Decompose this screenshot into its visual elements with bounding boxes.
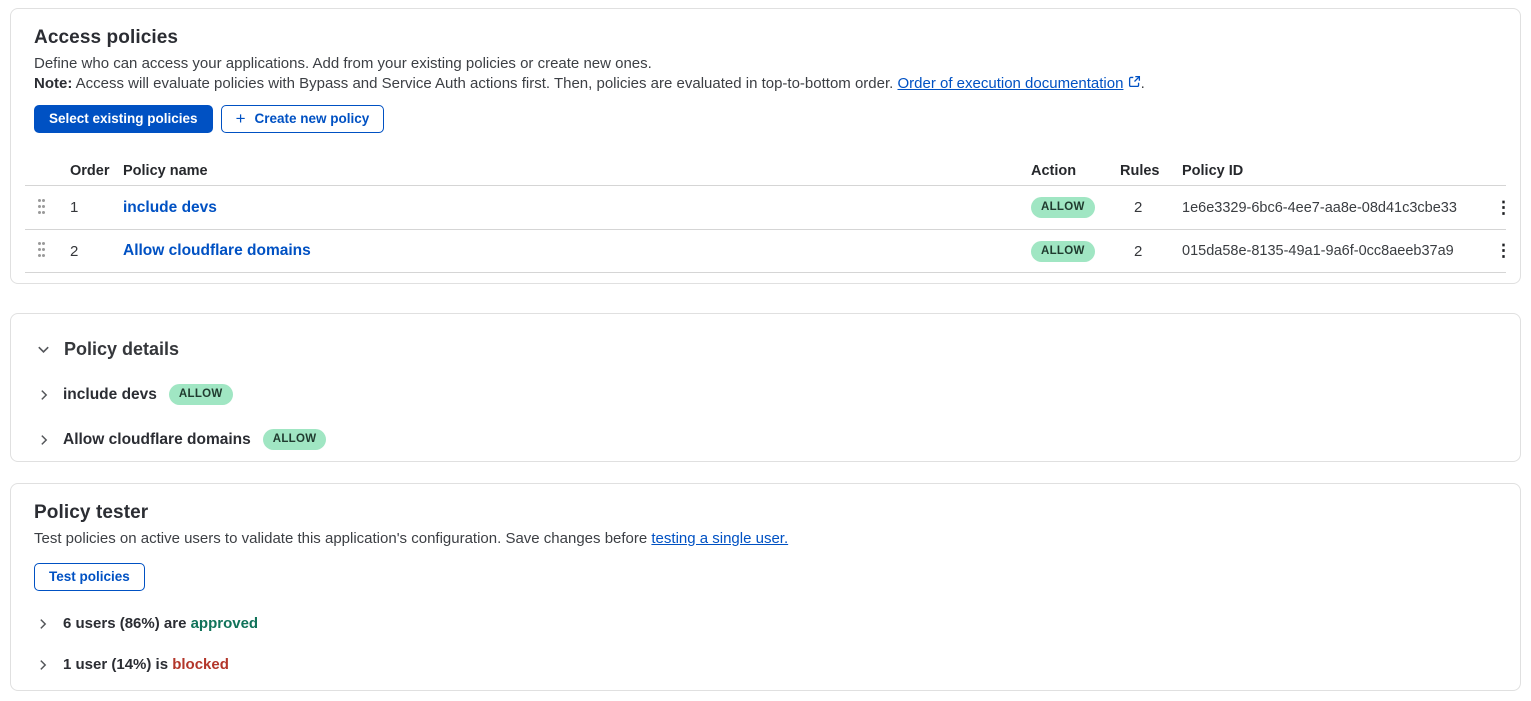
- result-prefix: 6 users (86%) are: [63, 615, 191, 632]
- policy-tester-description: Test policies on active users to validat…: [34, 530, 1506, 547]
- access-policies-description: Define who can access your applications.…: [34, 55, 1506, 72]
- policy-name-link[interactable]: Allow cloudflare domains: [123, 242, 1031, 260]
- policy-details-toggle[interactable]: Policy details: [36, 339, 1506, 360]
- policy-id-cell: 1e6e3329-6bc6-4ee7-aa8e-08d41c3cbe33: [1182, 200, 1487, 216]
- chevron-right-icon: [36, 658, 50, 672]
- order-cell: 1: [70, 199, 123, 216]
- access-policies-card: Access policies Define who can access yo…: [10, 8, 1521, 284]
- policy-id-cell: 015da58e-8135-49a1-9a6f-0cc8aeeb37a9: [1182, 243, 1487, 259]
- policy-details-card: Policy details include devs ALLOW Allow …: [10, 313, 1521, 462]
- result-status: blocked: [172, 656, 229, 673]
- chevron-right-icon: [37, 388, 51, 402]
- allow-badge: ALLOW: [1031, 197, 1095, 218]
- rules-cell: 2: [1120, 243, 1182, 260]
- allow-badge: ALLOW: [1031, 241, 1095, 262]
- column-header-policy-name: Policy name: [123, 163, 1031, 179]
- result-prefix: 1 user (14%) is: [63, 656, 172, 673]
- note-label: Note:: [34, 75, 72, 92]
- policy-name-link[interactable]: include devs: [123, 199, 1031, 217]
- drag-handle-icon[interactable]: [38, 199, 50, 217]
- note-text: Access will evaluate policies with Bypas…: [72, 75, 897, 92]
- create-new-policy-button[interactable]: + Create new policy: [221, 105, 385, 133]
- table-row: 2 Allow cloudflare domains ALLOW 2 015da…: [25, 229, 1506, 273]
- column-header-action: Action: [1031, 163, 1120, 179]
- table-row: 1 include devs ALLOW 2 1e6e3329-6bc6-4ee…: [25, 185, 1506, 229]
- policy-tester-title: Policy tester: [34, 502, 1506, 524]
- select-existing-policies-button[interactable]: Select existing policies: [34, 105, 213, 133]
- kebab-menu-icon[interactable]: ⋮: [1487, 239, 1520, 263]
- column-header-order: Order: [70, 163, 123, 179]
- chevron-right-icon: [37, 433, 51, 447]
- tester-result-row[interactable]: 6 users (86%) are approved: [36, 615, 1506, 632]
- column-header-policy-id: Policy ID: [1182, 163, 1487, 179]
- allow-badge: ALLOW: [263, 429, 327, 450]
- note-suffix: .: [1141, 75, 1145, 92]
- order-cell: 2: [70, 243, 123, 260]
- rules-cell: 2: [1120, 199, 1182, 216]
- column-header-rules: Rules: [1120, 163, 1182, 179]
- policies-table: Order Policy name Action Rules Policy ID…: [25, 157, 1506, 273]
- policy-details-title: Policy details: [64, 339, 179, 360]
- plus-icon: +: [236, 112, 246, 125]
- policy-tester-card: Policy tester Test policies on active us…: [10, 483, 1521, 691]
- order-of-execution-link[interactable]: Order of execution documentation: [897, 75, 1123, 92]
- allow-badge: ALLOW: [169, 384, 233, 405]
- tester-result-row[interactable]: 1 user (14%) is blocked: [36, 656, 1506, 673]
- chevron-down-icon: [36, 342, 51, 357]
- kebab-menu-icon[interactable]: ⋮: [1487, 196, 1520, 220]
- policy-detail-name: Allow cloudflare domains: [63, 431, 251, 449]
- policy-detail-item[interactable]: include devs ALLOW: [37, 384, 1506, 405]
- action-cell: ALLOW: [1031, 241, 1120, 262]
- drag-handle-icon[interactable]: [38, 242, 50, 260]
- access-policies-note: Note: Access will evaluate policies with…: [34, 75, 1506, 92]
- create-new-policy-label: Create new policy: [255, 111, 370, 126]
- policy-detail-item[interactable]: Allow cloudflare domains ALLOW: [37, 429, 1506, 450]
- policy-actions-toolbar: Select existing policies + Create new po…: [34, 105, 1506, 133]
- tester-description-text: Test policies on active users to validat…: [34, 530, 651, 547]
- action-cell: ALLOW: [1031, 197, 1120, 218]
- external-link-icon: [1128, 75, 1141, 88]
- chevron-right-icon: [36, 617, 50, 631]
- result-text: 6 users (86%) are approved: [63, 615, 258, 632]
- result-status: approved: [191, 615, 259, 632]
- result-text: 1 user (14%) is blocked: [63, 656, 229, 673]
- testing-single-user-link[interactable]: testing a single user.: [651, 530, 788, 547]
- test-policies-button[interactable]: Test policies: [34, 563, 145, 591]
- page-title: Access policies: [34, 27, 1506, 49]
- table-header-row: Order Policy name Action Rules Policy ID: [25, 157, 1506, 185]
- policy-detail-name: include devs: [63, 386, 157, 404]
